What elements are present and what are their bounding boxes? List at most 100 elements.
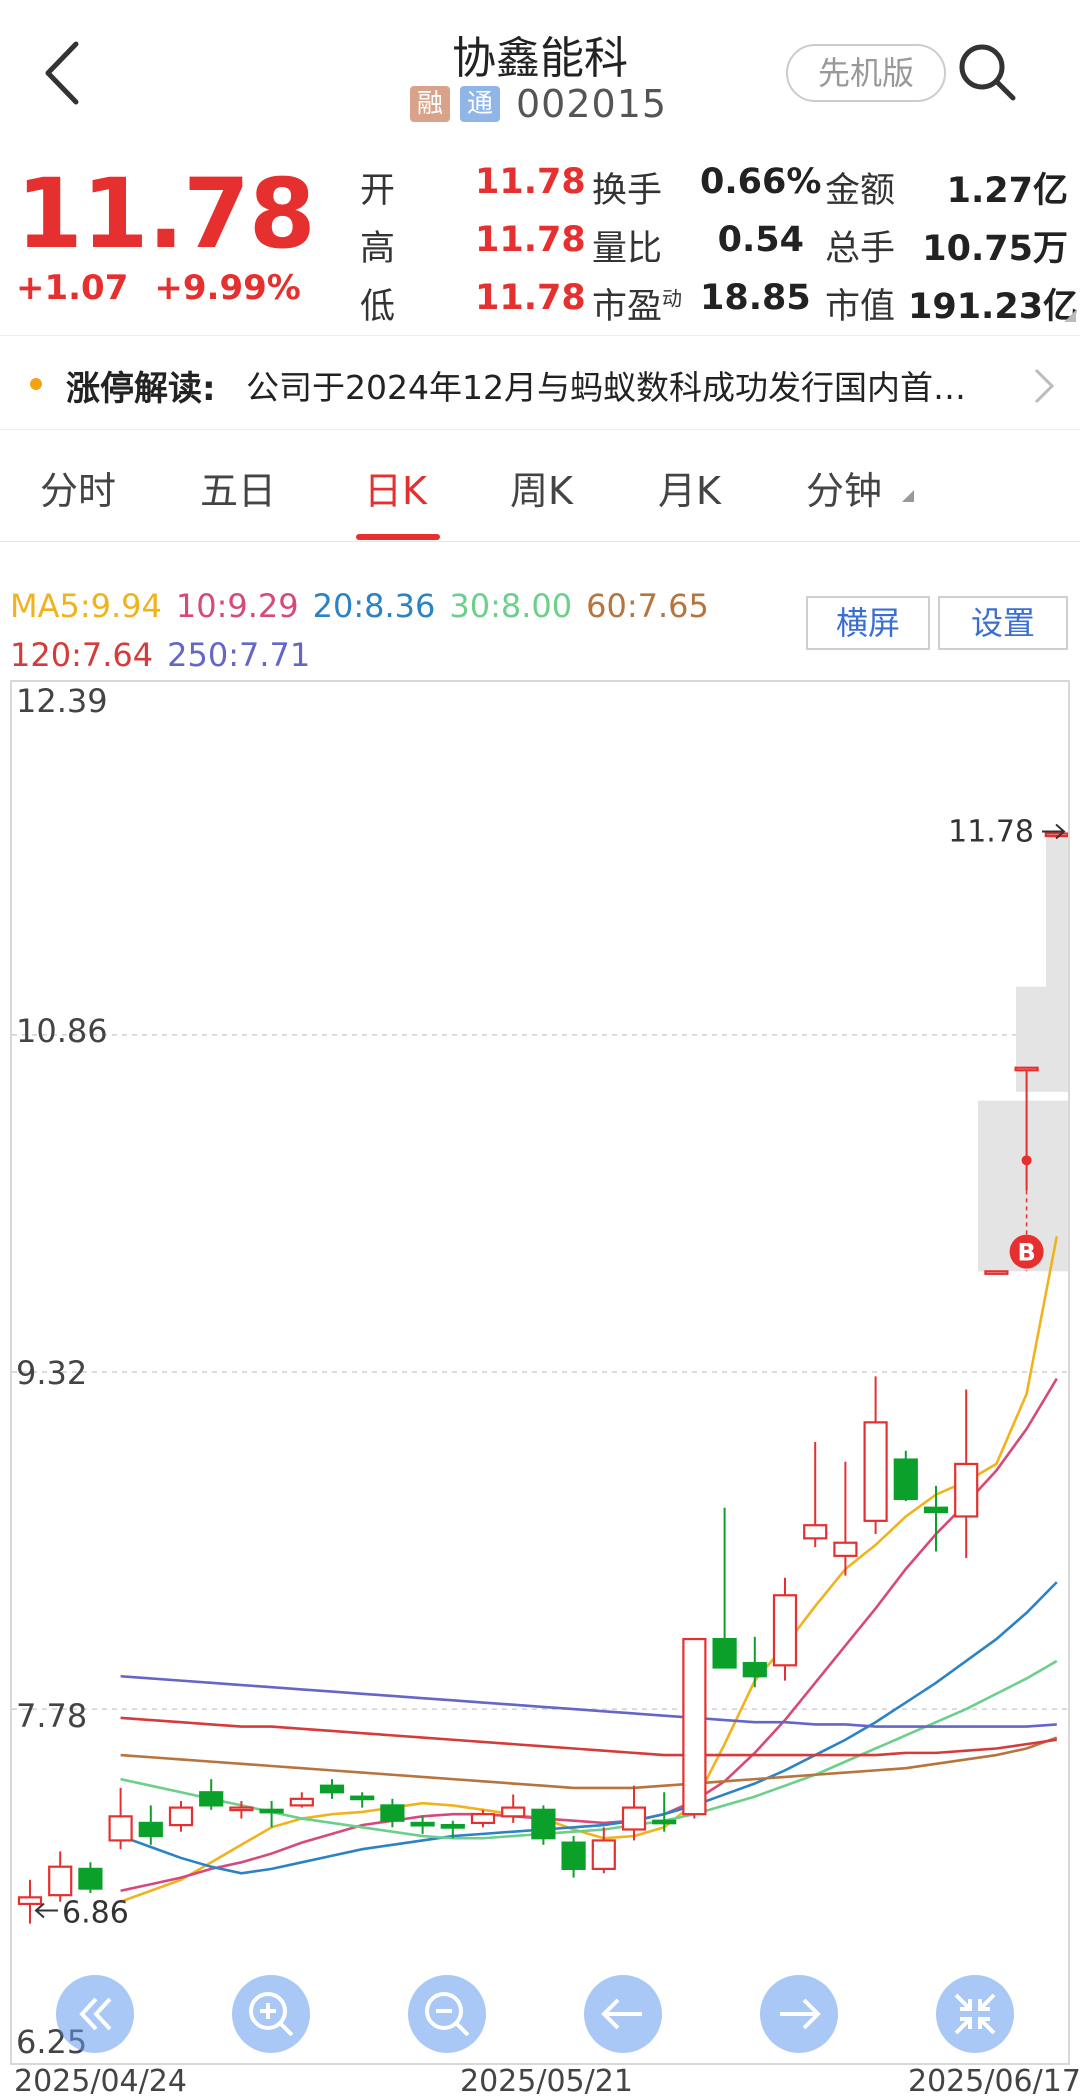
candle-body [1014, 1066, 1039, 1072]
reset-view-button[interactable] [936, 1975, 1014, 2053]
candle-body [168, 1806, 194, 1827]
candle-body [893, 1458, 918, 1501]
quote-value: 11.78 [475, 278, 586, 318]
candle-body [470, 1813, 496, 1825]
y-tick-label: 10.86 [16, 1012, 108, 1050]
ma-legend-row-1: MA5:9.94 10:9.29 20:8.36 30:8.00 60:7.65 [10, 587, 723, 625]
ma-line [120, 1736, 1058, 1790]
quote-label: 换手 [592, 171, 663, 211]
quote-row-2: 高 11.78 量比 0.54 总手 10.75万 [360, 220, 1080, 278]
x-date-label: 2025/06/17 [908, 2064, 1080, 2099]
quote-value: 11.78 [475, 220, 586, 260]
min-price-arrow [34, 1902, 58, 1919]
arrow-right-icon [780, 1998, 821, 2030]
quote-label: 金额 [825, 171, 896, 211]
candle-body [863, 1421, 888, 1522]
tab-weekly-k[interactable]: 周K [510, 460, 573, 515]
double-left-icon [79, 1997, 112, 2031]
candle-body [259, 1808, 284, 1814]
tab-monthly-k[interactable]: 月K [658, 460, 721, 515]
search-icon[interactable] [955, 40, 1019, 104]
quote-label: 量比 [592, 229, 663, 269]
quote-label: 总手 [825, 229, 896, 269]
tab-minute[interactable]: 分钟 [806, 460, 882, 515]
banner-label: 涨停解读: [66, 369, 216, 409]
ma-line [120, 1674, 1057, 1728]
chevron-right-icon [1034, 368, 1055, 404]
compress-arrows-icon [954, 1993, 996, 2035]
price-block [1046, 833, 1068, 994]
zoom-in-button[interactable] [232, 1975, 310, 2053]
candle-body [138, 1821, 163, 1838]
tab-intraday[interactable]: 分时 [40, 460, 116, 515]
candle-body [984, 1270, 1009, 1275]
quote-label: 高 [360, 229, 396, 269]
candle-body [17, 1896, 43, 1906]
margin-tag: 融 [410, 86, 450, 122]
stock-code: 002015 [516, 82, 668, 126]
kline-canvas[interactable]: B 11.78 6.86 [12, 682, 1068, 2063]
x-date-label: 2025/04/24 [14, 2064, 187, 2099]
quote-value: 191.23亿 [908, 287, 1079, 327]
candle-body [440, 1824, 465, 1829]
candle-body [954, 1462, 979, 1518]
zoom-out-button[interactable] [408, 1975, 486, 2053]
banner-text: 公司于2024年12月与蚂蚁数科成功发行国内首… [246, 368, 966, 407]
kline-chart[interactable]: B 11.78 6.86 [10, 680, 1070, 2065]
candle-body [380, 1804, 405, 1822]
y-tick-label: 12.39 [16, 682, 108, 720]
buy-marker-label: B [1017, 1239, 1035, 1267]
settings-button[interactable]: 设置 [938, 596, 1068, 650]
quote-value: 0.54 [717, 220, 804, 260]
price-block [1016, 986, 1068, 1092]
quote-value: 11.78 [475, 162, 586, 202]
zoom-in-icon [249, 1992, 294, 2037]
candle-body [923, 1506, 949, 1514]
jump-start-button[interactable] [56, 1975, 134, 2053]
quote-value: 0.66% [700, 162, 822, 202]
candle-body [108, 1815, 133, 1842]
candle-body [78, 1867, 103, 1890]
candle-body [199, 1791, 224, 1807]
zoom-out-icon [425, 1992, 470, 2037]
stock-subline: 融 通 002015 [410, 82, 667, 126]
last-price-label: 11.78 [948, 815, 1034, 850]
change-amount: +1.07 [16, 268, 129, 308]
active-tab-indicator [356, 534, 440, 540]
ma10-label: 10:9.29 [175, 587, 299, 625]
price-change: +1.07 +9.99% [16, 268, 327, 308]
candle-body [712, 1637, 737, 1669]
y-tick-label: 7.78 [16, 1697, 88, 1735]
candle-body [652, 1819, 677, 1825]
quote-label: 开 [360, 171, 396, 211]
scroll-left-button[interactable] [584, 1975, 662, 2053]
quote-row-1: 开 11.78 换手 0.66% 金额 1.27亿 [360, 162, 1080, 220]
limit-up-banner[interactable]: 涨停解读: 公司于2024年12月与蚂蚁数科成功发行国内首… [0, 335, 1080, 430]
expand-corner-icon[interactable] [1064, 310, 1076, 322]
ma-line [120, 1377, 1058, 1893]
quote-label: 市值 [825, 287, 896, 327]
ma60-label: 60:7.65 [586, 587, 709, 625]
ma250-label: 250:7.71 [167, 636, 311, 674]
candle-body [289, 1797, 314, 1807]
y-tick-label: 9.32 [16, 1354, 88, 1392]
last-price: 11.78 [16, 158, 316, 270]
bullet-dot-icon [30, 378, 42, 390]
tab-five-day[interactable]: 五日 [200, 460, 276, 515]
quote-row-3: 低 11.78 市盈动 18.85 市值 191.23亿 [360, 278, 1080, 336]
dropdown-triangle-icon[interactable] [902, 490, 914, 502]
vip-version-button[interactable]: 先机版 [786, 44, 946, 102]
ma-line [120, 1236, 1059, 1903]
candle-body [561, 1841, 586, 1870]
arrow-left-icon [601, 1998, 642, 2030]
quote-value: 10.75万 [922, 229, 1068, 269]
ma5-label: MA5:9.94 [10, 587, 162, 625]
landscape-button[interactable]: 横屏 [806, 596, 930, 650]
tab-daily-k[interactable]: 日K [364, 460, 427, 515]
ma30-label: 30:8.00 [449, 587, 573, 625]
quote-label: 市盈动 [592, 278, 682, 329]
marker-dot [1021, 1155, 1032, 1166]
scroll-right-button[interactable] [760, 1975, 838, 2053]
ma-legend-row-2: 120:7.64 250:7.71 [10, 636, 324, 674]
period-tabs: 分时 五日 日K 周K 月K 分钟 [0, 430, 1080, 542]
